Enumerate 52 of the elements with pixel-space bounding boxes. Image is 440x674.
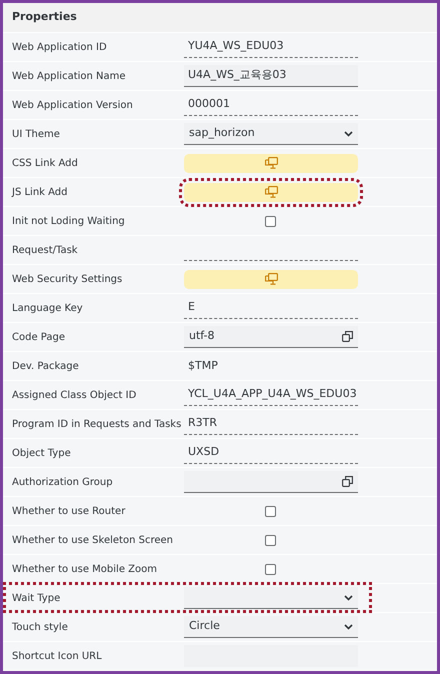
monitor-icon	[264, 273, 278, 285]
field-label: JS Link Add	[10, 186, 68, 200]
panel-title: Properties	[12, 9, 77, 26]
field-label: Web Security Settings	[11, 272, 124, 286]
input-field[interactable]: U4A_WS_교육용03	[184, 65, 358, 87]
field-label: Language Key	[11, 302, 84, 316]
field-label: Whether to use Mobile Zoom	[11, 562, 158, 576]
chevron-down-icon	[344, 130, 353, 136]
field-label: Request/Task	[11, 244, 79, 258]
value-help-field[interactable]	[184, 471, 358, 493]
field-label: Whether to use Skeleton Screen	[11, 534, 174, 548]
value-help-field[interactable]: utf-8	[184, 326, 358, 348]
select-value: sap_horizon	[189, 125, 255, 142]
settings-button[interactable]	[179, 178, 363, 206]
field-value: $TMP	[187, 358, 219, 374]
field-label: UI Theme	[11, 128, 61, 142]
field-label: Web Application Version	[11, 98, 134, 112]
select-value: Circle	[189, 618, 220, 634]
field-label: Web Application ID	[11, 40, 108, 54]
field-label: Shortcut Icon URL	[11, 650, 103, 664]
field-label: Code Page	[11, 330, 66, 344]
field-label: Assigned Class Object ID	[11, 388, 138, 402]
field-label: Touch style	[11, 620, 69, 634]
text-field[interactable]: YCL_U4A_APP_U4A_WS_EDU03	[184, 384, 358, 406]
field-label: CSS Link Add	[11, 156, 79, 170]
chevron-down-icon	[344, 624, 353, 630]
chevron-down-icon	[344, 594, 353, 600]
monitor-icon	[264, 157, 278, 169]
field-label: Authorization Group	[11, 476, 114, 490]
field-label: Program ID in Requests and Tasks	[11, 418, 182, 432]
field-value: utf-8	[189, 328, 215, 344]
field-label: Object Type	[11, 446, 72, 460]
checkbox[interactable]	[264, 564, 276, 574]
monitor-icon	[264, 186, 278, 198]
copy-icon	[342, 331, 353, 342]
select-field[interactable]	[184, 587, 358, 609]
select-field[interactable]: sap_horizon	[184, 123, 358, 145]
text-field[interactable]: E	[184, 297, 358, 319]
text-field[interactable]: YU4A_WS_EDU03	[184, 36, 358, 58]
checkbox[interactable]	[264, 506, 276, 516]
checkbox[interactable]	[264, 216, 276, 226]
text-field[interactable]: UXSD	[184, 442, 358, 464]
copy-icon	[342, 476, 353, 487]
field-label: Web Application Name	[11, 70, 127, 84]
checkbox[interactable]	[264, 534, 276, 546]
text-field[interactable]: 000001	[184, 94, 358, 116]
field-label: Whether to use Router	[11, 504, 126, 518]
field-label: Init not Loding Waiting	[11, 214, 126, 228]
select-field[interactable]: Circle	[184, 616, 358, 638]
field-label: Dev. Package	[11, 360, 80, 374]
text-field[interactable]: R3TR	[184, 413, 358, 435]
field-label: Wait Type	[11, 592, 62, 606]
